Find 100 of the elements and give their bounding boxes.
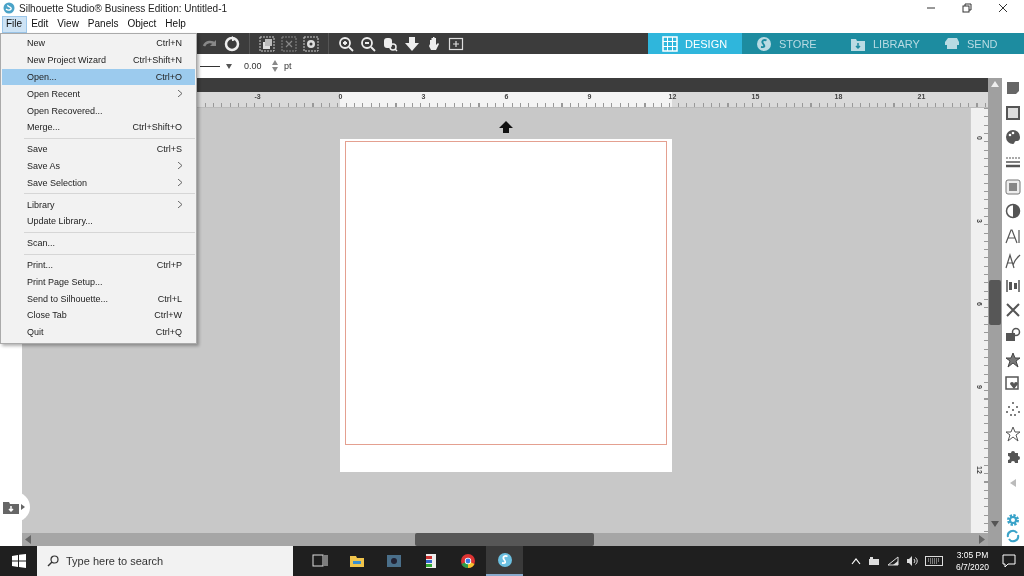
ungroup-icon[interactable] bbox=[281, 35, 297, 52]
line-style-preview bbox=[200, 65, 220, 67]
shortcut-label: Ctrl+N bbox=[156, 38, 182, 49]
silhouette-app-icon[interactable] bbox=[496, 552, 513, 568]
sparkle-dots-icon[interactable] bbox=[1005, 400, 1021, 417]
menu-item[interactable]: File bbox=[2, 16, 28, 33]
menu-item[interactable]: New Project Wizard Ctrl+Shift+N bbox=[2, 51, 195, 69]
shortcut-label: Ctrl+Q bbox=[155, 327, 182, 338]
shortcut-label: Ctrl+W bbox=[154, 310, 182, 321]
scroll-thumb[interactable] bbox=[989, 280, 1001, 325]
chevron-up-icon[interactable] bbox=[850, 557, 861, 565]
photo-app-icon[interactable] bbox=[385, 553, 402, 569]
menu-item[interactable]: Edit bbox=[27, 16, 54, 33]
fill-icon[interactable] bbox=[1005, 178, 1021, 195]
align-icon[interactable] bbox=[1005, 277, 1021, 294]
settings-icon[interactable] bbox=[1006, 513, 1020, 527]
restore-icon[interactable] bbox=[962, 3, 972, 13]
device-icon[interactable] bbox=[867, 556, 880, 566]
search-icon bbox=[47, 555, 59, 567]
menu-item-label: Library bbox=[27, 199, 56, 210]
scroll-thumb[interactable] bbox=[415, 533, 594, 546]
arrow-up-icon[interactable] bbox=[499, 121, 513, 133]
menu-item[interactable]: Scan... bbox=[2, 234, 195, 252]
zoom-in-icon[interactable] bbox=[338, 35, 354, 52]
add-box-icon[interactable] bbox=[448, 35, 464, 52]
window-title: Silhouette Studio® Business Edition: Untitled-1 bbox=[19, 2, 228, 14]
zoom-out-icon[interactable] bbox=[360, 35, 376, 52]
menu-item-label: Open Recovered... bbox=[27, 105, 104, 116]
menu-item-label: Print... bbox=[27, 259, 54, 270]
hand-icon[interactable] bbox=[426, 35, 442, 52]
keyboard-icon[interactable] bbox=[924, 556, 943, 566]
menu-item-label: Merge... bbox=[27, 122, 61, 133]
menu-item[interactable]: Help bbox=[161, 16, 191, 33]
group-icon[interactable] bbox=[259, 35, 275, 52]
contrast-icon[interactable] bbox=[1005, 203, 1021, 220]
task-view-icon[interactable] bbox=[311, 553, 328, 569]
wifi-icon[interactable] bbox=[886, 556, 899, 566]
shortcut-label: Ctrl+L bbox=[157, 293, 182, 304]
search-field[interactable]: Type here to search bbox=[37, 546, 293, 576]
shortcut-label: Ctrl+Shift+N bbox=[132, 55, 182, 66]
arrow-down-icon[interactable] bbox=[404, 35, 420, 52]
menu-item[interactable]: Save Selection bbox=[2, 174, 195, 192]
browser-icon[interactable] bbox=[459, 553, 476, 569]
replicate-icon[interactable] bbox=[1005, 326, 1021, 343]
shortcut-label: Ctrl+O bbox=[155, 72, 182, 82]
palette-icon[interactable] bbox=[1005, 129, 1021, 146]
menu-item-label: Send to Silhouette... bbox=[27, 293, 110, 304]
menu-item[interactable]: Print Page Setup... bbox=[2, 273, 195, 291]
star-badge-icon[interactable] bbox=[1005, 351, 1021, 368]
menu-item[interactable]: Print... Ctrl+P bbox=[2, 256, 195, 274]
star-outline-icon[interactable] bbox=[1005, 425, 1021, 442]
menu-item[interactable]: Open... Ctrl+O bbox=[2, 68, 195, 86]
menu-item[interactable]: Send to Silhouette... Ctrl+L bbox=[2, 290, 195, 307]
menu-item-label: Scan... bbox=[27, 238, 56, 249]
menu-item-label: Save As bbox=[27, 160, 62, 171]
menu-item-label: Open Recent bbox=[27, 88, 82, 99]
menu-item[interactable]: Close Tab Ctrl+W bbox=[2, 306, 195, 324]
menu-item[interactable]: View bbox=[53, 16, 84, 33]
shortcut-label: Ctrl+P bbox=[156, 259, 182, 270]
menu-item-label: Update Library... bbox=[27, 216, 94, 227]
page-icon[interactable] bbox=[1005, 80, 1021, 96]
shortcut-label: Ctrl+S bbox=[156, 144, 182, 155]
menu-item[interactable]: Merge... Ctrl+Shift+O bbox=[2, 119, 195, 136]
menu-item[interactable]: Save As bbox=[2, 157, 195, 175]
menu-item[interactable]: Open Recent bbox=[2, 85, 195, 103]
windows-start-icon[interactable] bbox=[11, 554, 26, 568]
file-explorer-icon[interactable] bbox=[348, 553, 365, 569]
horizontal-scrollbar[interactable] bbox=[22, 533, 988, 546]
menu-item[interactable]: Library bbox=[2, 196, 195, 213]
close-icon[interactable] bbox=[998, 3, 1008, 13]
menu-item[interactable]: Save Ctrl+S bbox=[2, 140, 195, 158]
menu-item-label: Print Page Setup... bbox=[27, 276, 104, 287]
menu-item-label: New bbox=[27, 38, 46, 49]
grid-icon bbox=[662, 35, 678, 52]
menu-item-label: Save Selection bbox=[27, 177, 89, 188]
menu-item-label: New Project Wizard bbox=[27, 55, 108, 66]
menu-item[interactable]: Quit Ctrl+Q bbox=[2, 323, 195, 341]
menu-item-label: Save bbox=[27, 144, 49, 155]
clock-time: 3:05 PM bbox=[956, 549, 989, 561]
menu-item-label: Open... bbox=[27, 72, 58, 82]
refresh-icon[interactable] bbox=[224, 35, 240, 52]
menu-item-label: Quit bbox=[27, 327, 45, 338]
menu-item[interactable]: New Ctrl+N bbox=[2, 35, 195, 52]
text-path-icon[interactable] bbox=[1005, 252, 1021, 269]
folder-download-icon bbox=[3, 500, 19, 514]
clock-date: 6/7/2020 bbox=[955, 561, 989, 573]
zoom-select-icon[interactable] bbox=[382, 35, 398, 52]
text-icon[interactable] bbox=[1005, 228, 1021, 245]
vertical-scrollbar[interactable] bbox=[988, 78, 1002, 546]
menu-item[interactable]: Open Recovered... bbox=[2, 102, 195, 119]
volume-icon[interactable] bbox=[905, 556, 918, 566]
spinner-icon[interactable] bbox=[272, 60, 278, 72]
menu-item[interactable]: Update Library... bbox=[2, 212, 195, 230]
shortcut-label: Ctrl+Shift+O bbox=[132, 122, 182, 133]
menu-item[interactable]: Object bbox=[123, 16, 162, 33]
dropdown-caret-icon[interactable] bbox=[226, 63, 232, 69]
sync-icon[interactable] bbox=[1006, 529, 1020, 543]
menu-item[interactable]: Panels bbox=[83, 16, 124, 33]
unit-label: pt bbox=[284, 61, 292, 71]
notification-icon[interactable] bbox=[1002, 554, 1016, 568]
